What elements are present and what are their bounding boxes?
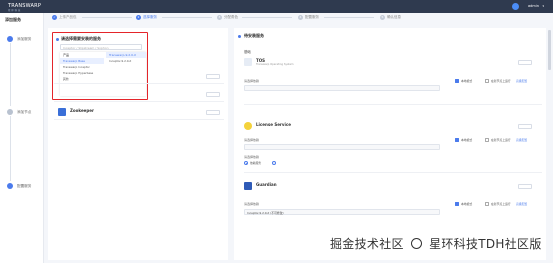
progress-stepper: ✓ 上传产品包 2 选择服务 3 分配角色 4 配置服务 5 确认信息 (52, 15, 542, 23)
sidebar-step-label: 添加服务 (17, 36, 32, 41)
divider (244, 104, 542, 105)
field-label: 请选择依赖 (244, 202, 260, 206)
watermark: 掘金技术社区 星环科技TDH社区版 (330, 235, 542, 252)
remove-service-button[interactable] (518, 60, 532, 65)
stepper-step-1: ✓ 上传产品包 (52, 15, 77, 20)
step-number-icon: 3 (217, 15, 222, 20)
group-tag: 基础 (244, 50, 251, 54)
local-mode-checkbox[interactable] (455, 79, 459, 83)
step-number-icon: 4 (298, 15, 303, 20)
local-mode-checkbox[interactable] (455, 202, 459, 206)
add-service-button[interactable] (206, 92, 220, 97)
stepper-step-5: 5 确认信息 (380, 15, 401, 20)
add-service-button[interactable] (206, 74, 220, 79)
service-card-tos: TOS Transwarp Operating System 请选择依赖 本地模… (244, 58, 542, 106)
service-row[interactable] (54, 88, 224, 102)
base-group: 基础 (244, 49, 542, 54)
watermark-text-right: 星环科技TDH社区版 (429, 237, 542, 251)
service-desc: Transwarp Operating System (256, 63, 294, 66)
field-label: 请选择依赖 (244, 155, 260, 159)
service-card-guardian: Guardian 请选择依赖 Inceptor-9.2.0-X (不可修改) 本… (244, 182, 542, 232)
stepper-step-4: 4 配置服务 (298, 15, 319, 20)
zookeeper-icon (58, 108, 66, 116)
stepper-line (162, 17, 212, 18)
user-avatar[interactable] (512, 3, 519, 10)
field-label: 请选择依赖 (244, 138, 260, 142)
wizard-sidebar: 添加服务 添加服务 添加节点 配置服务 (0, 13, 44, 263)
guardian-icon (244, 182, 252, 190)
sidebar-step-label: 添加节点 (17, 109, 32, 114)
new-node-checkbox[interactable] (485, 202, 489, 206)
stepper-line (82, 17, 132, 18)
dependency-radio[interactable] (272, 161, 276, 165)
service-name: License Service (256, 122, 291, 127)
service-row[interactable] (54, 70, 224, 84)
check-icon: ✓ (52, 15, 57, 20)
service-card-license: License Service 请选择依赖 本地模式 在新节点上运行 高级配置 … (244, 122, 542, 174)
sidebar-step-label: 配置服务 (17, 183, 32, 188)
license-icon (244, 122, 252, 130)
local-mode-checkbox[interactable] (455, 138, 459, 142)
info-icon (238, 35, 241, 38)
new-node-checkbox[interactable] (485, 79, 489, 83)
step-dot-icon (7, 183, 13, 189)
sidebar-title: 添加服务 (5, 17, 21, 22)
step-number-icon: 2 (136, 15, 141, 20)
divider (244, 172, 542, 173)
dependency-select[interactable]: Inceptor-9.2.0-X (不可修改) (244, 209, 440, 215)
new-node-checkbox[interactable] (485, 138, 489, 142)
sidebar-step-1[interactable]: 添加服务 (7, 36, 31, 42)
remove-service-button[interactable] (518, 184, 532, 189)
user-name[interactable]: admin (528, 4, 539, 8)
panel-title: 待安装服务 (244, 33, 264, 38)
step-number-icon: 5 (380, 15, 385, 20)
service-row-zookeeper[interactable]: Zookeeper (54, 106, 224, 120)
dependency-select[interactable] (244, 144, 440, 150)
sidebar-connector (10, 43, 11, 106)
watermark-text-left: 掘金技术社区 (330, 237, 404, 251)
add-service-button[interactable] (206, 110, 220, 115)
advanced-config-link[interactable]: 高级配置 (516, 202, 527, 206)
sidebar-connector (10, 116, 11, 181)
advanced-config-link[interactable]: 高级配置 (516, 138, 527, 142)
advanced-config-link[interactable]: 高级配置 (516, 79, 527, 83)
service-name: Zookeeper (70, 108, 94, 113)
logo-subtitle: 星 环 科 技 (8, 9, 21, 12)
service-name: Guardian (256, 182, 277, 187)
sidebar-step-2[interactable]: 添加节点 (7, 109, 31, 115)
step-dot-icon (7, 109, 13, 115)
sidebar-step-3[interactable]: 配置服务 (7, 183, 31, 189)
dependency-select[interactable] (244, 85, 440, 91)
remove-service-button[interactable] (518, 124, 532, 129)
scrollbar[interactable] (548, 30, 551, 70)
tos-icon (244, 58, 252, 66)
community-logo-icon (410, 238, 422, 249)
chevron-down-icon[interactable]: ▾ (542, 4, 544, 8)
stepper-step-3: 3 分配角色 (217, 15, 238, 20)
top-header: TRANSWARP 星 环 科 技 admin ▾ (0, 0, 553, 13)
stepper-line (242, 17, 292, 18)
field-label: 请选择依赖 (244, 79, 260, 83)
stepper-line (324, 17, 374, 18)
step-dot-icon (7, 36, 13, 42)
dependency-radio[interactable] (244, 161, 248, 165)
stepper-step-2: 2 选择服务 (136, 15, 157, 20)
